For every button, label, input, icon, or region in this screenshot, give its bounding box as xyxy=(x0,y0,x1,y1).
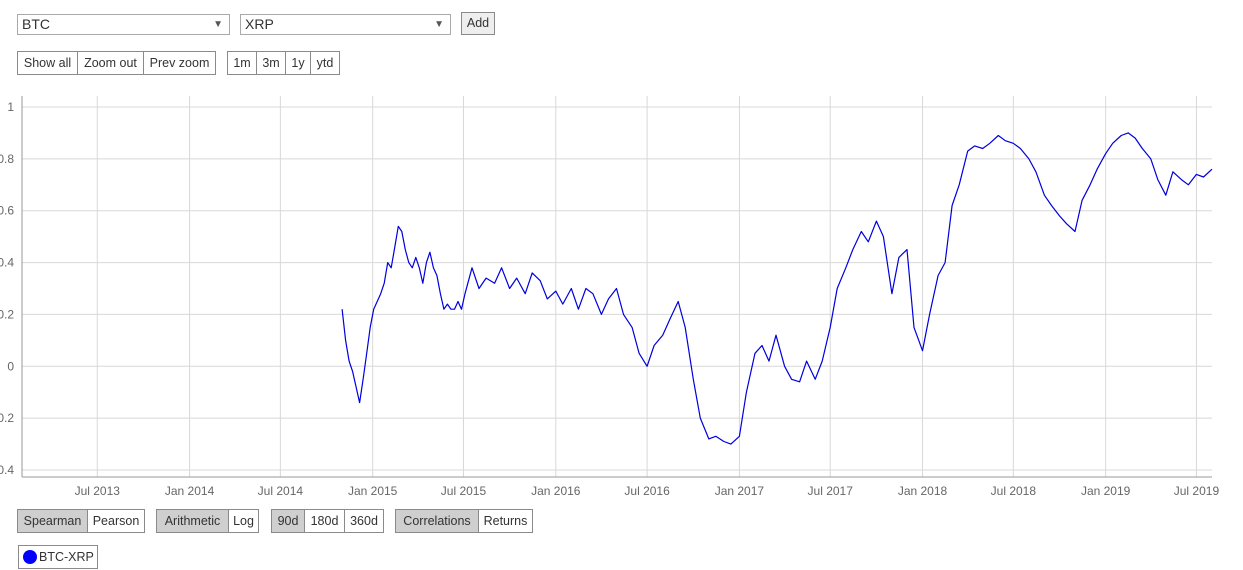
y-tick-label: 0.4 xyxy=(0,463,14,477)
x-tick-label: Jul 2013 xyxy=(75,484,121,498)
x-tick-label: Jan 2019 xyxy=(1081,484,1131,498)
spearman-button[interactable]: Spearman xyxy=(17,509,88,533)
x-tick-label: Jan 2016 xyxy=(531,484,581,498)
arithmetic-button[interactable]: Arithmetic xyxy=(156,509,229,533)
window-180d-button[interactable]: 180d xyxy=(304,509,345,533)
correlations-button[interactable]: Correlations xyxy=(395,509,479,533)
x-tick-label: Jan 2014 xyxy=(165,484,215,498)
legend-label: BTC-XRP xyxy=(39,550,94,564)
y-tick-label: 0 xyxy=(7,359,14,373)
y-tick-label: 0.2 xyxy=(0,307,14,321)
x-tick-label: Jul 2019 xyxy=(1174,484,1220,498)
window-90d-button[interactable]: 90d xyxy=(271,509,305,533)
x-tick-label: Jan 2018 xyxy=(898,484,948,498)
series-line-btc-xrp xyxy=(341,132,1213,445)
x-tick-label: Jul 2015 xyxy=(441,484,487,498)
returns-button[interactable]: Returns xyxy=(478,509,533,533)
pearson-button[interactable]: Pearson xyxy=(87,509,145,533)
y-tick-label: 0.2 xyxy=(0,411,14,425)
correlation-chart[interactable]: 1 0.8 0.6 0.4 0.2 0 0.2 0.4 Jul 2013 Jan 2014 Jul … xyxy=(0,0,1243,505)
y-tick-label: 0.4 xyxy=(0,256,14,270)
legend-swatch-icon xyxy=(23,550,37,564)
x-tick-label: Jul 2017 xyxy=(808,484,854,498)
x-tick-label: Jul 2018 xyxy=(991,484,1037,498)
window-360d-button[interactable]: 360d xyxy=(344,509,384,533)
log-button[interactable]: Log xyxy=(228,509,259,533)
y-tick-label: 0.8 xyxy=(0,152,14,166)
x-tick-label: Jan 2017 xyxy=(715,484,765,498)
y-tick-label: 0.6 xyxy=(0,204,14,218)
legend-item-btc-xrp[interactable]: BTC-XRP xyxy=(18,545,98,569)
x-tick-label: Jul 2016 xyxy=(624,484,670,498)
y-tick-label: 1 xyxy=(7,100,14,114)
x-tick-label: Jan 2015 xyxy=(348,484,398,498)
x-tick-label: Jul 2014 xyxy=(258,484,304,498)
